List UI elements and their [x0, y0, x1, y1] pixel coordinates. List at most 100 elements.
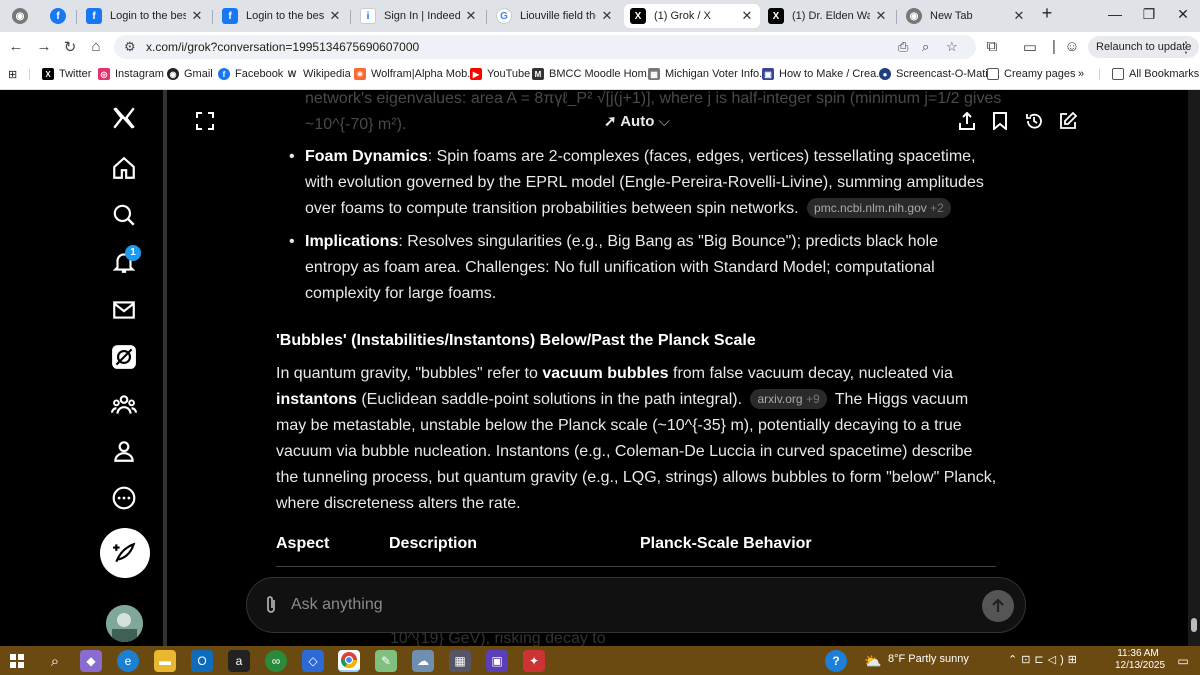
- profile-avatar-icon[interactable]: ☺: [1062, 38, 1082, 55]
- bookmark-youtube[interactable]: ▶ YouTube: [470, 68, 530, 80]
- x-logo-icon[interactable]: [110, 104, 138, 132]
- ask-input-box[interactable]: Ask anything: [246, 577, 1026, 633]
- zoom-icon[interactable]: ⌕: [922, 39, 929, 55]
- outlook-icon[interactable]: O: [191, 650, 213, 672]
- all-bookmarks[interactable]: All Bookmarks: [1112, 68, 1199, 80]
- more-options-icon[interactable]: [110, 484, 138, 512]
- windows-start-icon[interactable]: [6, 650, 28, 672]
- tab-liouville[interactable]: G Liouville field theory ✕: [490, 4, 620, 28]
- screen: ◉ f f Login to the best dat ✕ f Login to…: [0, 0, 1200, 675]
- tab-login-2[interactable]: f Login to the best dat ✕: [216, 4, 348, 28]
- new-tab-button[interactable]: +: [1032, 3, 1062, 24]
- new-grok-chat-button[interactable]: [100, 528, 150, 578]
- tab-title: (1) Dr. Elden Wayne: [792, 10, 870, 22]
- clock[interactable]: 11:36 AM 12/13/2025: [1115, 648, 1165, 672]
- source-chip[interactable]: arxiv.org +9: [750, 389, 827, 409]
- folder-icon: [1112, 68, 1124, 80]
- bookmark-twitter[interactable]: X Twitter: [42, 68, 91, 80]
- bookmark-michigan[interactable]: ▦ Michigan Voter Info...: [648, 68, 768, 80]
- weather-text[interactable]: 8°F Partly sunny: [888, 653, 969, 665]
- tab-facebook-pinned[interactable]: f: [44, 4, 74, 28]
- minimize-icon[interactable]: —: [1100, 6, 1130, 22]
- forward-icon[interactable]: →: [34, 38, 54, 55]
- edge-icon[interactable]: e: [117, 650, 139, 672]
- notification-center-icon[interactable]: ▭: [1172, 650, 1194, 672]
- ask-input-placeholder[interactable]: Ask anything: [291, 596, 383, 614]
- reading-list-icon[interactable]: ▭: [1020, 38, 1040, 56]
- bookmark-wolfram[interactable]: ✳ Wolfram|Alpha Mob...: [354, 68, 476, 80]
- tripadvisor-icon[interactable]: ∞: [265, 650, 287, 672]
- tab-grok[interactable]: X (1) Grok / X ✕: [624, 4, 760, 28]
- grok-icon[interactable]: [110, 343, 138, 371]
- close-icon[interactable]: ✕: [740, 8, 754, 24]
- wolfram-icon: ✳: [354, 68, 366, 80]
- bookmark-facebook[interactable]: f Facebook: [218, 68, 283, 80]
- notes-app-icon[interactable]: ✎: [375, 650, 397, 672]
- copilot-icon[interactable]: ◆: [80, 650, 102, 672]
- home-icon[interactable]: ⌂: [86, 38, 106, 55]
- send-button[interactable]: [982, 590, 1014, 622]
- section-heading: 'Bubbles' (Instabilities/Instantons) Bel…: [276, 332, 756, 349]
- amazon-icon[interactable]: a: [228, 650, 250, 672]
- back-icon[interactable]: ←: [6, 38, 26, 55]
- bookmark-bmcc[interactable]: M BMCC Moodle Hom...: [532, 68, 656, 80]
- communities-icon[interactable]: [110, 391, 138, 419]
- home-icon[interactable]: [110, 154, 138, 182]
- system-tray-icons[interactable]: ⌃⊡⊏◁)⊞: [1008, 653, 1081, 666]
- maximize-icon[interactable]: ❐: [1134, 6, 1164, 23]
- bookmark-screencast[interactable]: ● Screencast-O-Matic: [879, 68, 993, 80]
- site-info-icon[interactable]: ⚙: [124, 39, 136, 55]
- new-chat-edit-icon[interactable]: [1059, 111, 1078, 135]
- extensions-icon[interactable]: ⧉: [982, 38, 1002, 55]
- bookmark-star-icon[interactable]: ☆: [946, 39, 958, 55]
- media-app-icon[interactable]: ▣: [486, 650, 508, 672]
- table-divider: [276, 566, 996, 567]
- sidebar-scrollbar[interactable]: [163, 90, 167, 646]
- profile-separator: |: [1052, 38, 1056, 55]
- page-scrollbar[interactable]: [1188, 90, 1200, 646]
- close-icon[interactable]: ✕: [464, 8, 478, 24]
- calculator-icon[interactable]: ▦: [449, 650, 471, 672]
- tab-strip: ◉ f f Login to the best dat ✕ f Login to…: [0, 0, 1200, 32]
- scrollbar-thumb[interactable]: [1191, 618, 1197, 632]
- photos-icon[interactable]: ◇: [302, 650, 324, 672]
- history-icon[interactable]: [1025, 112, 1043, 135]
- game-app-icon[interactable]: ✦: [523, 650, 545, 672]
- reload-icon[interactable]: ↻: [60, 38, 80, 56]
- source-chip[interactable]: pmc.ncbi.nlm.nih.gov +2: [807, 198, 951, 218]
- profile-icon[interactable]: [110, 437, 138, 465]
- fullscreen-icon[interactable]: [196, 112, 214, 135]
- bookmark-wikipedia[interactable]: W Wikipedia: [286, 68, 351, 80]
- menu-icon[interactable]: ⋮: [1176, 38, 1196, 56]
- close-icon[interactable]: ✕: [600, 8, 614, 24]
- close-icon[interactable]: ✕: [328, 8, 342, 24]
- explore-search-icon[interactable]: [110, 201, 138, 229]
- chrome-taskbar-icon[interactable]: [338, 650, 360, 672]
- table-header-aspect: Aspect: [276, 535, 330, 552]
- close-icon[interactable]: ✕: [874, 8, 888, 24]
- tab-indeed[interactable]: i Sign In | Indeed Acco ✕: [354, 4, 484, 28]
- bookmark-instagram[interactable]: ◎ Instagram: [98, 68, 164, 80]
- attach-paperclip-icon[interactable]: [263, 595, 279, 620]
- file-explorer-icon[interactable]: ▬: [154, 650, 176, 672]
- close-window-icon[interactable]: ✕: [1168, 6, 1198, 23]
- search-icon[interactable]: ⌕: [44, 650, 66, 672]
- bookmark-gmail[interactable]: ◉ Gmail: [167, 68, 213, 80]
- tab-chrome[interactable]: ◉: [6, 4, 40, 28]
- bookmark-creamy[interactable]: Creamy pages: [987, 68, 1076, 80]
- weather-app-icon[interactable]: ☁: [412, 650, 434, 672]
- messages-envelope-icon[interactable]: [110, 296, 138, 324]
- tab-new-tab[interactable]: ◉ New Tab ✕: [900, 4, 1032, 28]
- install-app-icon[interactable]: ⎙: [898, 39, 908, 55]
- close-icon[interactable]: ✕: [1012, 8, 1026, 24]
- help-icon[interactable]: ?: [825, 650, 847, 672]
- account-avatar[interactable]: [106, 605, 143, 642]
- close-icon[interactable]: ✕: [190, 8, 204, 24]
- apps-grid-icon[interactable]: ⊞: [8, 68, 17, 81]
- quill-plus-icon: [113, 542, 136, 563]
- bookmark-how-to[interactable]: ▣ How to Make / Crea...: [762, 68, 885, 80]
- tab-elden[interactable]: X (1) Dr. Elden Wayne ✕: [762, 4, 894, 28]
- address-bar[interactable]: ⚙ x.com/i/grok?conversation=199513467569…: [114, 35, 976, 59]
- more-bookmarks-icon[interactable]: »: [1078, 68, 1084, 80]
- tab-login-1[interactable]: f Login to the best dat ✕: [80, 4, 210, 28]
